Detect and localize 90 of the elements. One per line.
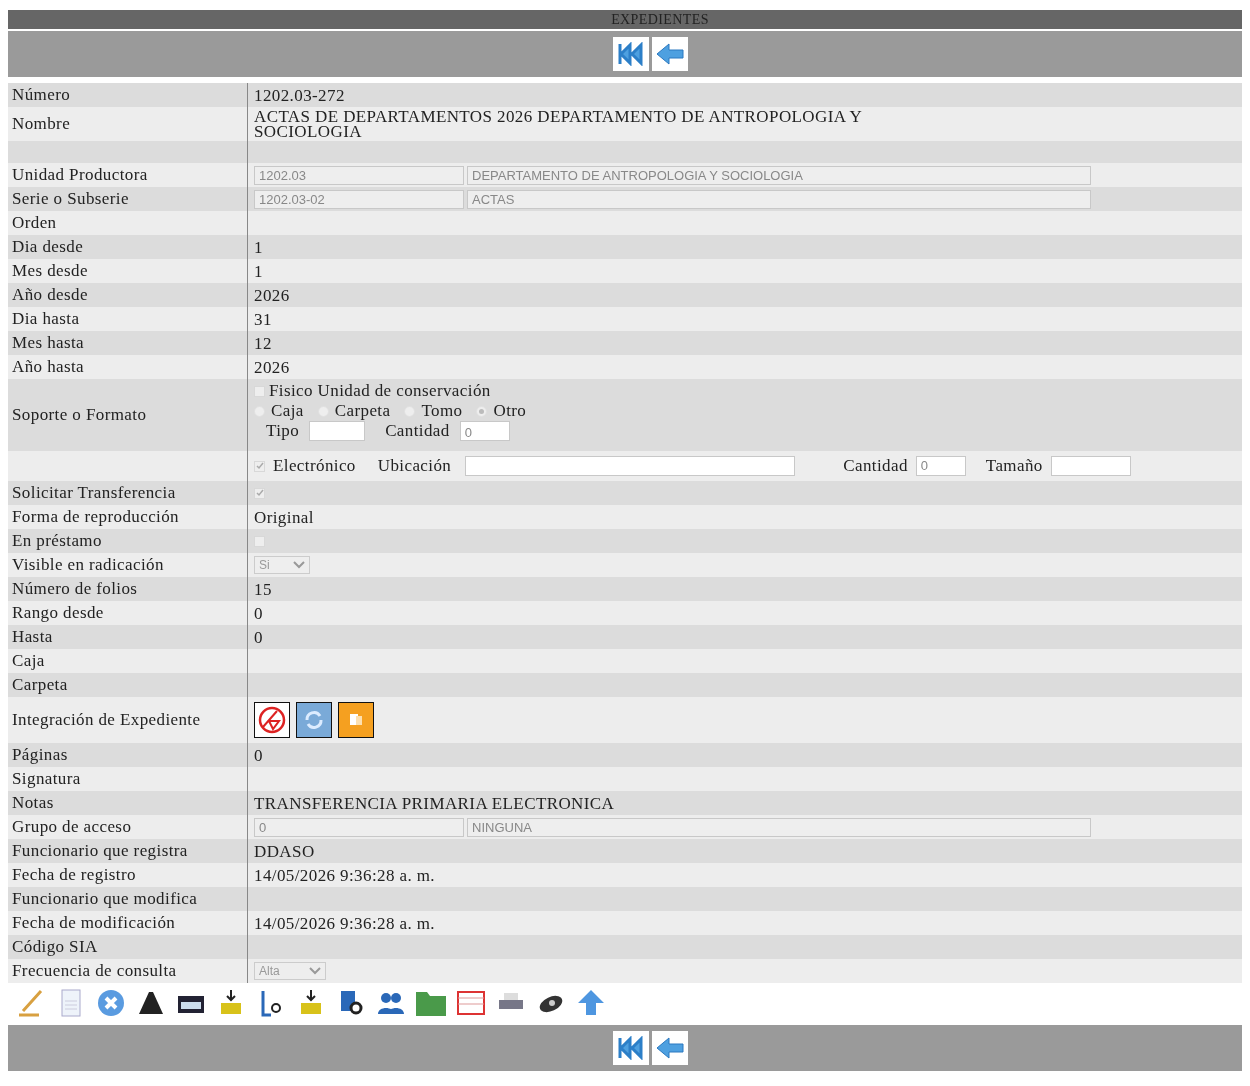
- back-arrow-icon: [654, 1036, 685, 1060]
- field-label: Fecha de registro: [12, 865, 136, 885]
- field-label: Caja: [12, 651, 45, 671]
- field-label: Nombre: [12, 114, 71, 134]
- field-label: Dia hasta: [12, 309, 80, 329]
- back-button[interactable]: [651, 1031, 688, 1065]
- field-label: Notas: [12, 793, 54, 813]
- quantity-field[interactable]: 0: [915, 456, 966, 476]
- select-field[interactable]: Alta: [254, 962, 326, 980]
- checkbox[interactable]: [254, 460, 265, 472]
- location-field[interactable]: [465, 456, 796, 476]
- field-label: Dia desde: [12, 237, 84, 257]
- quantity-field[interactable]: 0: [459, 421, 510, 441]
- field-label: Número de folios: [12, 579, 138, 599]
- radio-label: Caja: [271, 401, 304, 421]
- field-label: Grupo de acceso: [12, 817, 132, 837]
- pdf-icon: [257, 705, 287, 735]
- field-label: Año hasta: [12, 357, 85, 377]
- type-label: Tipo: [266, 421, 300, 441]
- field-label: Funcionario que modifica: [12, 889, 198, 909]
- field-value: 0: [254, 605, 263, 621]
- field-value: DDASO: [254, 843, 315, 859]
- field-label: Visible en radicación: [12, 555, 164, 575]
- chevron-down-icon: [293, 561, 305, 569]
- field-label: Orden: [12, 213, 57, 233]
- name-field[interactable]: DEPARTAMENTO DE ANTROPOLOGIA Y SOCIOLOGIA: [467, 165, 1091, 185]
- field-label: Unidad Productora: [12, 165, 148, 185]
- location-label: Ubicación: [377, 456, 452, 476]
- name-field[interactable]: NINGUNA: [467, 817, 1091, 837]
- size-label: Tamaño: [985, 456, 1043, 476]
- field-value: 1: [254, 239, 263, 255]
- field-value: 1: [254, 263, 263, 279]
- field-label: Serie o Subserie: [12, 189, 129, 209]
- field-label: Mes hasta: [12, 333, 85, 353]
- radio-label: Otro: [493, 401, 527, 421]
- first-page-button[interactable]: [612, 1031, 649, 1065]
- field-value: 12: [254, 335, 272, 351]
- field-label: Carpeta: [12, 675, 68, 695]
- field-label: Soporte o Formato: [12, 405, 147, 425]
- radio-label: Tomo: [421, 401, 463, 421]
- field-value: 2026: [254, 287, 290, 303]
- field-value: 14/05/2026 9:36:28 a. m.: [254, 867, 435, 883]
- back-button[interactable]: [651, 37, 688, 71]
- checkbox-label: Fisico Unidad de conservación: [269, 381, 491, 401]
- field-label: Integración de Expediente: [12, 710, 201, 730]
- refresh-button[interactable]: [296, 702, 332, 738]
- field-label: Mes desde: [12, 261, 88, 281]
- field-label: Rango desde: [12, 603, 104, 623]
- quantity-label: Cantidad: [843, 456, 908, 476]
- field-label: Frecuencia de consulta: [12, 961, 177, 981]
- pdf-button[interactable]: [254, 702, 290, 738]
- field-value: TRANSFERENCIA PRIMARIA ELECTRONICA: [254, 795, 615, 811]
- field-label: En préstamo: [12, 531, 102, 551]
- quantity-label: Cantidad: [385, 421, 450, 441]
- copy-button[interactable]: [338, 702, 374, 738]
- field-value: 14/05/2026 9:36:28 a. m.: [254, 915, 435, 931]
- chevron-down-icon: [309, 967, 321, 975]
- back-arrow-icon: [654, 42, 685, 66]
- type-field[interactable]: [309, 421, 366, 441]
- field-label: Hasta: [12, 627, 53, 647]
- select-field[interactable]: Si: [254, 556, 310, 574]
- field-label: Código SIA: [12, 937, 98, 957]
- field-value: 15: [254, 581, 272, 597]
- field-label: Fecha de modificación: [12, 913, 176, 933]
- code-field[interactable]: 1202.03: [254, 165, 464, 185]
- first-page-button[interactable]: [612, 37, 649, 71]
- checkbox-label: Electrónico: [273, 456, 356, 476]
- field-label: Signatura: [12, 769, 81, 789]
- field-value: 1202.03-272: [254, 87, 345, 103]
- field-value: 0: [254, 747, 263, 763]
- code-field[interactable]: 1202.03-02: [254, 189, 464, 209]
- checkbox[interactable]: [254, 487, 265, 499]
- field-label: Funcionario que registra: [12, 841, 188, 861]
- field-label: Solicitar Transferencia: [12, 483, 176, 503]
- close-icon: [95, 987, 127, 1019]
- field-label: Páginas: [12, 745, 68, 765]
- field-value: Original: [254, 509, 314, 525]
- code-field[interactable]: 0: [254, 817, 464, 837]
- field-value: 31: [254, 311, 272, 327]
- field-label: Número: [12, 85, 71, 105]
- field-value: 2026: [254, 359, 290, 375]
- radio-label: Carpeta: [334, 401, 391, 421]
- name-field[interactable]: ACTAS: [467, 189, 1091, 209]
- field-value: 0: [254, 629, 263, 645]
- field-label: Año desde: [12, 285, 88, 305]
- page-title: EXPEDIENTES: [8, 10, 1242, 29]
- field-value: ACTAS DE DEPARTAMENTOS 2026 DEPARTAMENTO DE ANTROPOLOGIA Y SOCIOLOGIA: [254, 109, 863, 139]
- field-label: Forma de reproducción: [12, 507, 179, 527]
- size-field[interactable]: [1050, 456, 1131, 476]
- radio-button[interactable]: [476, 405, 488, 417]
